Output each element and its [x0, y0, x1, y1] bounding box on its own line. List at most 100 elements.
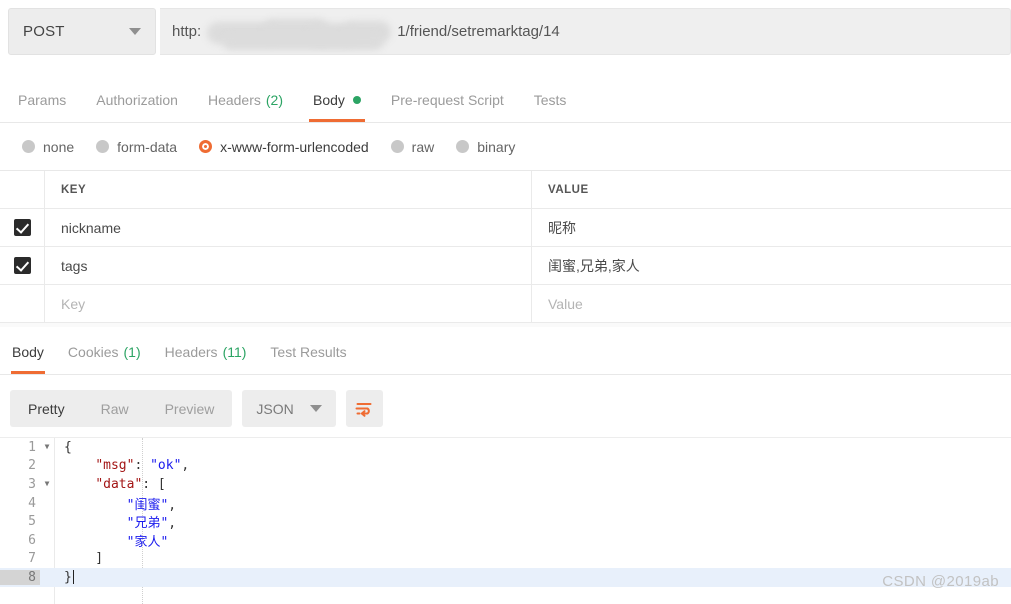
token-punc: :: [134, 458, 151, 474]
request-url-bar: POST http: 1/friend/setremarktag/14: [0, 0, 1011, 63]
tab-label: Params: [18, 92, 67, 108]
radio-label: x-www-form-urlencoded: [220, 138, 369, 155]
param-value-input[interactable]: 昵称: [532, 209, 1011, 246]
code-text: "家人": [54, 531, 169, 550]
param-key-input[interactable]: Key: [45, 285, 532, 322]
table-header-row: KEY VALUE: [0, 171, 1011, 209]
http-method-label: POST: [23, 23, 65, 40]
body-type-radio-x-www-form-urlencoded[interactable]: x-www-form-urlencoded: [199, 139, 369, 155]
header-check-cell: [0, 171, 45, 208]
view-mode-preview[interactable]: Preview: [147, 390, 233, 427]
text-cursor: [72, 570, 75, 585]
row-checkbox-cell[interactable]: [0, 247, 45, 284]
token-punc: [64, 477, 95, 492]
response-format-toolbar: Pretty Raw Preview JSON: [0, 381, 1011, 436]
tab-label: Authorization: [96, 92, 178, 108]
http-method-select[interactable]: POST: [8, 8, 156, 55]
word-wrap-icon: [355, 402, 372, 417]
param-key-text: nickname: [61, 219, 121, 236]
tab-label: Headers: [207, 92, 261, 108]
radio-unselected-icon[interactable]: [390, 140, 404, 153]
code-line: 1 ▼ {: [0, 438, 1011, 457]
url-input[interactable]: http: 1/friend/setremarktag/14: [160, 8, 1011, 55]
line-number: 5: [28, 514, 36, 530]
row-checkbox-cell[interactable]: [0, 285, 45, 322]
token-punc: [64, 498, 127, 513]
tab-label: Headers: [164, 344, 218, 360]
line-number: 3: [28, 476, 36, 492]
code-text: }: [54, 569, 75, 585]
radio-label: raw: [411, 138, 435, 155]
token-punc: ]: [64, 551, 104, 567]
tab-count-badge: (11): [222, 344, 247, 360]
line-number: 8: [0, 569, 40, 585]
request-tab-body[interactable]: Body: [298, 78, 376, 122]
url-path-text: 1/friend/setremarktag/14: [397, 23, 560, 40]
body-type-radio-none[interactable]: none: [22, 139, 74, 155]
tab-label: Body: [313, 92, 345, 108]
response-tab-body[interactable]: Body: [0, 330, 56, 374]
request-tab-authorization[interactable]: Authorization: [81, 78, 193, 122]
code-text: "闺蜜",: [54, 494, 176, 513]
checkbox-checked-icon[interactable]: [13, 257, 31, 274]
line-number: 2: [28, 458, 36, 474]
token-punc: ,: [168, 516, 177, 532]
param-value-input[interactable]: Value: [532, 285, 1011, 322]
param-value-input[interactable]: 闺蜜,兄弟,家人: [532, 247, 1011, 284]
param-key-text: Key: [61, 295, 86, 312]
tab-label: Cookies: [67, 344, 119, 360]
view-mode-pretty[interactable]: Pretty: [10, 390, 83, 427]
body-type-radio-group: none form-data x-www-form-urlencoded raw bin…: [0, 124, 1011, 169]
param-value-text: 昵称: [548, 219, 576, 236]
radio-selected-icon[interactable]: [199, 140, 213, 153]
param-key-text: tags: [61, 257, 88, 274]
line-number: 1: [28, 439, 36, 455]
token-punc: : [: [142, 476, 166, 492]
row-checkbox-cell[interactable]: [0, 209, 45, 246]
radio-label: none: [43, 138, 75, 155]
tab-label: Tests: [533, 92, 567, 108]
response-tab-test-results[interactable]: Test Results: [258, 330, 358, 374]
line-number: 7: [28, 551, 36, 567]
tab-label: Pre-request Script: [390, 92, 504, 108]
url-scheme-text: http:: [172, 23, 202, 40]
token-punc: {: [64, 439, 72, 455]
view-mode-raw[interactable]: Raw: [83, 390, 147, 427]
request-tab-tests[interactable]: Tests: [519, 78, 582, 122]
response-body-code[interactable]: 1 ▼{2 "msg": "ok", 3 ▼ "data": [4 "闺蜜", 5 "兄…: [0, 437, 1011, 604]
response-format-select[interactable]: JSON: [242, 390, 336, 427]
body-present-dot-icon: [352, 96, 361, 104]
line-number: 4: [28, 495, 36, 511]
checkbox-checked-icon[interactable]: [13, 219, 31, 236]
radio-unselected-icon[interactable]: [456, 140, 470, 153]
postman-window: POST http: 1/friend/setremarktag/14 Para…: [0, 0, 1011, 604]
token-key: "data": [95, 476, 143, 492]
fold-triangle-icon[interactable]: ▼: [40, 438, 54, 457]
request-tab-params[interactable]: Params: [3, 78, 81, 122]
request-tab-bar: Params Authorization Headers (2) Body Pre-req…: [0, 78, 1011, 123]
column-header-key: KEY: [45, 171, 532, 208]
token-punc: }: [64, 569, 72, 585]
response-tab-headers[interactable]: Headers (11): [153, 330, 259, 374]
code-line: 8}: [0, 568, 1011, 587]
response-tab-cookies[interactable]: Cookies (1): [56, 330, 153, 374]
radio-unselected-icon[interactable]: [22, 140, 35, 153]
column-header-value: VALUE: [548, 183, 589, 196]
body-type-radio-form-data[interactable]: form-data: [96, 139, 177, 155]
param-value-text: Value: [548, 295, 583, 312]
code-line: 6 "家人": [0, 531, 1011, 550]
chevron-down-icon: [129, 28, 141, 35]
radio-unselected-icon[interactable]: [96, 140, 110, 153]
body-type-radio-raw[interactable]: raw: [390, 138, 435, 155]
word-wrap-button[interactable]: [345, 390, 383, 427]
response-format-label: JSON: [256, 400, 294, 417]
param-key-input[interactable]: tags: [45, 247, 532, 284]
body-type-radio-binary[interactable]: binary: [456, 139, 515, 155]
request-tab-pre-request-script[interactable]: Pre-request Script: [376, 78, 519, 122]
param-key-input[interactable]: nickname: [45, 209, 532, 246]
fold-triangle-icon[interactable]: ▼: [40, 475, 54, 494]
token-str: "闺蜜": [126, 497, 169, 513]
request-tab-headers[interactable]: Headers (2): [193, 78, 298, 122]
code-line: 5 "兄弟",: [0, 512, 1011, 531]
tab-label: Test Results: [270, 344, 347, 360]
